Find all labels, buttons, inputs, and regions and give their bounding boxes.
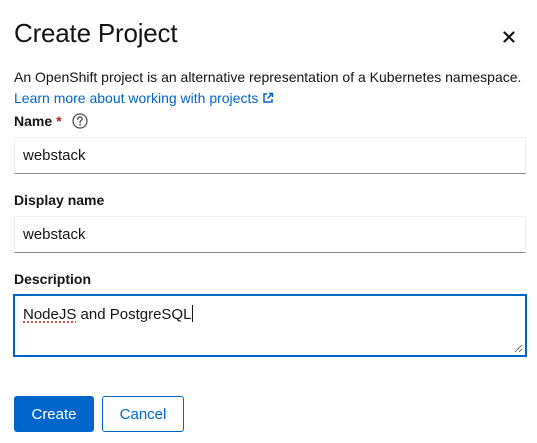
description-value-word: NodeJS (23, 306, 77, 323)
cancel-button[interactable]: Cancel (102, 396, 184, 432)
description-label-text: Description (14, 271, 92, 287)
display-name-label: Display name (14, 192, 104, 208)
description-value-rest: and PostgreSQL (76, 306, 192, 323)
dialog-title: Create Project (14, 18, 178, 48)
name-label-text: Name (14, 113, 53, 129)
learn-more-link[interactable]: Learn more about working with projects (14, 90, 274, 106)
learn-more-label: Learn more about working with projects (14, 90, 259, 106)
external-link-icon (263, 92, 274, 103)
close-icon (503, 31, 515, 43)
create-button[interactable]: Create (14, 396, 94, 432)
create-project-dialog: Create Project An OpenShift project is a… (0, 0, 537, 443)
required-indicator: * (56, 113, 62, 129)
description-textarea[interactable]: NodeJS and PostgreSQL (13, 294, 527, 357)
text-caret (192, 305, 194, 322)
close-button[interactable] (498, 26, 520, 48)
name-label: Name * (14, 113, 88, 129)
name-input[interactable]: webstack (14, 137, 526, 174)
display-name-label-text: Display name (14, 192, 105, 208)
help-icon[interactable] (71, 113, 88, 129)
description-label: Description (14, 271, 91, 287)
dialog-description: An OpenShift project is an alternative r… (14, 69, 522, 85)
display-name-input[interactable]: webstack (14, 216, 526, 253)
resize-grip-icon[interactable] (513, 343, 523, 353)
